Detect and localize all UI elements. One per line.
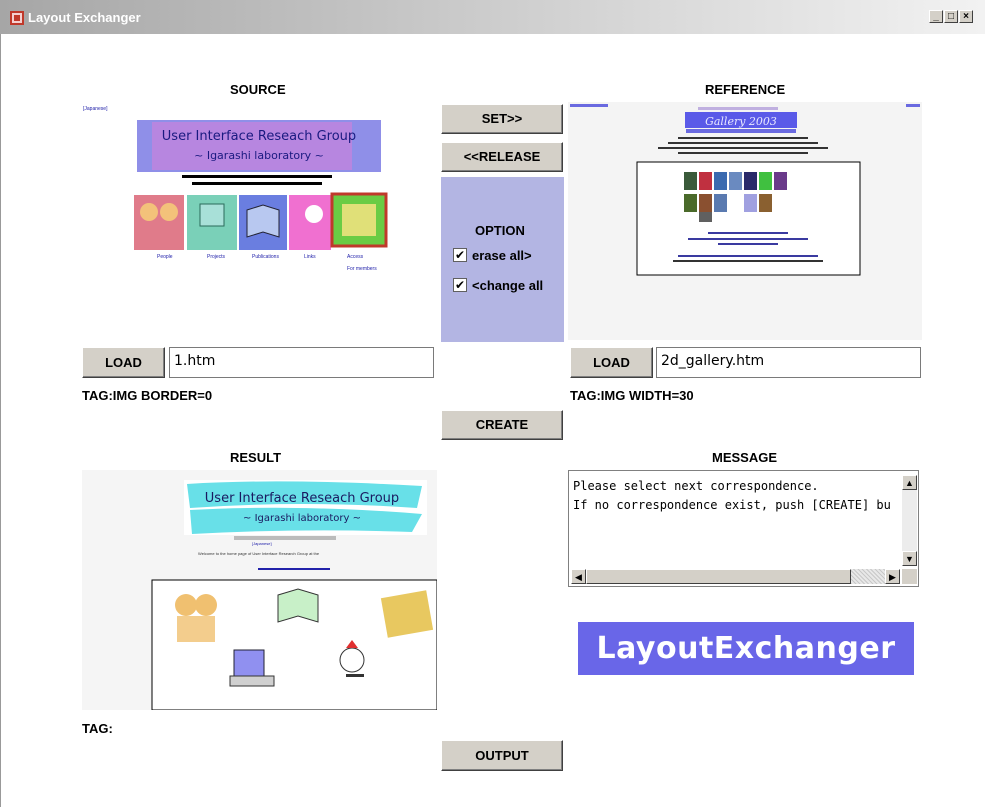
source-tag-label: TAG:IMG BORDER=0 [82,388,213,403]
result-tag-label: TAG: [82,721,113,736]
result-preview[interactable]: User Interface Reseach Group ~ Igarashi … [82,470,437,710]
app-icon [10,11,24,25]
source-link-publications: Publications [252,254,279,260]
message-text: Please select next correspondence. If no … [573,477,903,515]
reference-tag-label: TAG:IMG WIDTH=30 [570,388,694,403]
reference-preview[interactable]: Gallery 2003 [568,102,922,340]
source-link-links: Links [304,254,316,260]
message-heading: MESSAGE [712,450,778,465]
option-panel: OPTION ✔ erase all> ✔ <change all [441,177,564,342]
source-load-button[interactable]: LOAD [82,347,165,378]
output-button[interactable]: OUTPUT [441,740,563,771]
source-lang-link: [Japanese] [83,106,108,112]
message-line-2: If no correspondence exist, push [CREATE… [573,498,891,512]
window-border [0,34,1,807]
result-banner-line2: ~ Igarashi laboratory ~ [243,513,361,524]
message-line-1: Please select next correspondence. [573,479,819,493]
maximize-button[interactable]: □ [944,10,958,23]
result-lang-link: [Japanese] [252,541,272,546]
scroll-left-button[interactable]: ◀ [571,569,586,584]
message-box[interactable]: Please select next correspondence. If no … [568,470,919,587]
scroll-right-button[interactable]: ▶ [885,569,900,584]
source-filename-input[interactable]: 1.htm [169,347,434,378]
reference-heading: REFERENCE [705,82,786,97]
source-page-render: [Japanese] User Interface Reseach Group … [83,106,388,272]
source-link-members: For members [347,266,377,272]
source-banner-line2: ~ Igarashi laboratory ~ [194,149,324,162]
scroll-up-button[interactable]: ▲ [902,475,917,490]
erase-all-label[interactable]: erase all> [472,248,532,263]
erase-all-checkbox[interactable]: ✔ [453,248,467,262]
scroll-down-button[interactable]: ▼ [902,551,917,566]
source-heading: SOURCE [230,82,286,97]
set-button[interactable]: SET>> [441,104,563,134]
source-link-access: Access [347,254,364,260]
result-heading: RESULT [230,450,282,465]
source-preview[interactable]: [Japanese] User Interface Reseach Group … [82,102,437,340]
window-title: Layout Exchanger [28,10,141,25]
scroll-corner [902,569,917,584]
change-all-label[interactable]: <change all [472,278,543,293]
reference-page-render: Gallery 2003 [570,104,920,276]
horizontal-scroll-thumb[interactable] [586,569,851,584]
source-link-projects: Projects [207,254,226,260]
close-button[interactable]: × [959,10,973,23]
release-button[interactable]: <<RELEASE [441,142,563,172]
minimize-button[interactable]: _ [929,10,943,23]
create-button[interactable]: CREATE [441,410,563,440]
reference-filename-input[interactable]: 2d_gallery.htm [656,347,921,378]
window-title-bar[interactable]: Layout Exchanger _ □ × [0,0,985,34]
layoutexchanger-logo: LayoutExchanger [578,622,914,675]
reference-load-button[interactable]: LOAD [570,347,653,378]
option-heading: OPTION [475,223,525,238]
change-all-checkbox[interactable]: ✔ [453,278,467,292]
source-banner-line1: User Interface Reseach Group [162,129,356,144]
result-page-render: User Interface Reseach Group ~ Igarashi … [82,470,437,710]
source-link-people: People [157,254,173,260]
reference-gallery-title: Gallery 2003 [705,115,777,128]
result-banner-line1: User Interface Reseach Group [205,491,399,506]
vertical-scroll-track[interactable] [902,490,917,551]
horizontal-scroll-track[interactable] [851,569,885,584]
result-welcome-text: Welcome to the home page of User Interfa… [198,551,320,556]
